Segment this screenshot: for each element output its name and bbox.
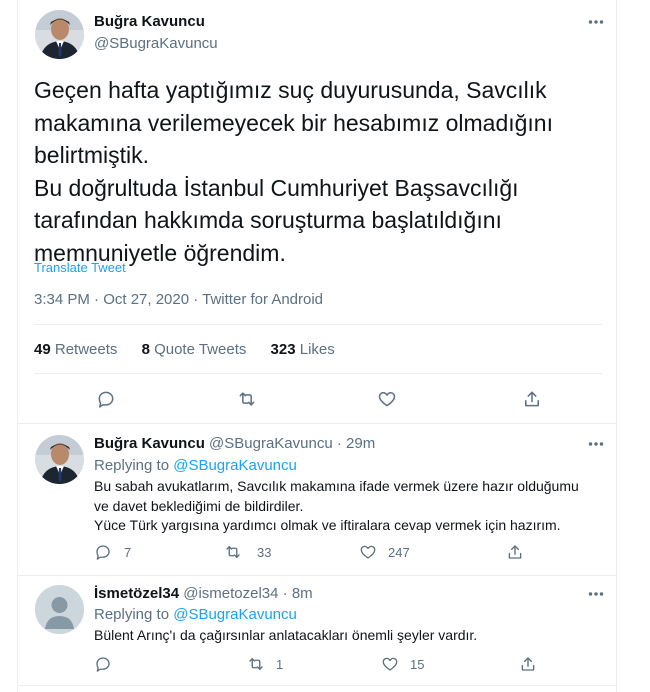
reply-icon[interactable]: [94, 543, 112, 566]
divider: [34, 373, 602, 374]
tweet-timestamp[interactable]: 3:34 PM · Oct 27, 2020 · Twitter for And…: [34, 291, 323, 308]
timeline-column: Buğra Kavuncu @SBugraKavuncu Geçen hafta…: [17, 0, 617, 692]
retweet-count: 1: [276, 657, 284, 672]
retweet-icon[interactable]: [236, 388, 258, 410]
reply-header: Buğra Kavuncu @SBugraKavuncu · 29m: [94, 435, 376, 452]
like-count: 247: [388, 545, 410, 560]
retweets-stat[interactable]: 49 Retweets: [34, 341, 117, 358]
author-name[interactable]: İsmetözel34: [94, 585, 179, 602]
likes-count: 323: [270, 341, 296, 358]
replying-prefix: Replying to: [94, 457, 170, 474]
reply-time[interactable]: 29m: [346, 435, 375, 452]
default-avatar[interactable]: [35, 585, 84, 634]
reply-line: ve davet beklediğimi de bildirdiler.: [94, 497, 304, 514]
author-name[interactable]: Buğra Kavuncu: [94, 13, 205, 30]
replying-to: Replying to @SBugraKavuncu: [94, 457, 297, 474]
reply-icon[interactable]: [95, 388, 117, 410]
reply-actions: 1 15: [94, 655, 554, 675]
tweet-line: tarafından hakkımda soruşturma başlatıld…: [34, 207, 502, 233]
replying-to-handle[interactable]: @SBugraKavuncu: [173, 457, 297, 474]
likes-label: Likes: [299, 341, 335, 358]
more-options-icon[interactable]: [586, 585, 606, 605]
quotes-label: Quote Tweets: [154, 341, 247, 358]
divider: [34, 324, 602, 325]
quote-tweets-stat[interactable]: 8 Quote Tweets: [142, 341, 247, 358]
tweet-stats: 49 Retweets 8 Quote Tweets 323 Likes: [34, 341, 355, 358]
retweet-icon[interactable]: [247, 655, 265, 678]
reply-time[interactable]: 8m: [292, 585, 313, 602]
like-count: 15: [410, 657, 425, 672]
tweet-line: Geçen hafta yaptığımız suç duyurusunda, …: [34, 77, 547, 103]
likes-stat[interactable]: 323 Likes: [271, 341, 335, 358]
retweets-label: Retweets: [54, 341, 118, 358]
tweet-line: makamına verilemeyecek bir hesabımız olm…: [34, 109, 553, 136]
replying-to: Replying to @SBugraKavuncu: [94, 606, 297, 623]
avatar[interactable]: [35, 435, 84, 484]
author-handle[interactable]: @SBugraKavuncu: [94, 35, 218, 52]
like-icon[interactable]: [376, 388, 398, 410]
share-icon[interactable]: [506, 543, 524, 566]
divider: [18, 575, 616, 576]
reply-icon[interactable]: [94, 655, 112, 678]
retweet-count: 33: [257, 545, 272, 560]
author-name[interactable]: Buğra Kavuncu: [94, 435, 205, 452]
like-icon[interactable]: [359, 543, 377, 566]
reply-actions: 7 33 247: [94, 543, 554, 563]
retweets-count: 49: [34, 341, 51, 358]
share-icon[interactable]: [519, 655, 537, 678]
reply-count: 7: [124, 545, 132, 560]
author-handle[interactable]: @SBugraKavuncu: [209, 435, 333, 452]
tweet-line: belirtmiştik.: [34, 142, 150, 168]
quotes-count: 8: [141, 341, 150, 358]
divider: [18, 423, 616, 424]
more-options-icon[interactable]: [586, 13, 606, 33]
retweet-icon[interactable]: [224, 543, 242, 566]
tweet-text: Geçen hafta yaptığımız suç duyurusunda, …: [34, 74, 594, 269]
author-handle[interactable]: @ismetozel34: [183, 585, 278, 602]
replying-prefix: Replying to: [94, 606, 170, 623]
reply-line: Bu sabah avukatlarım, Savcılık makamına …: [94, 478, 579, 494]
reply-text: Bülent Arınç'ı da çağırsınlar anlatacakl…: [94, 626, 614, 646]
reply-line: Yüce Türk yargısına yardımcı olmak ve if…: [94, 517, 561, 533]
like-icon[interactable]: [381, 655, 399, 678]
reply-text: Bu sabah avukatlarım, Savcılık makamına …: [94, 477, 614, 536]
reply-line: Bülent Arınç'ı da çağırsınlar anlatacakl…: [94, 627, 478, 643]
reply-header: İsmetözel34 @ismetozel34 · 8m: [94, 585, 313, 602]
tweet-line: Bu doğrultuda İstanbul Cumhuriyet Başsav…: [34, 174, 519, 201]
avatar[interactable]: [35, 10, 84, 59]
divider: [18, 685, 616, 686]
translate-tweet-link[interactable]: Translate Tweet: [34, 260, 126, 275]
share-icon[interactable]: [521, 388, 543, 410]
replying-to-handle[interactable]: @SBugraKavuncu: [173, 606, 297, 623]
more-options-icon[interactable]: [586, 435, 606, 455]
